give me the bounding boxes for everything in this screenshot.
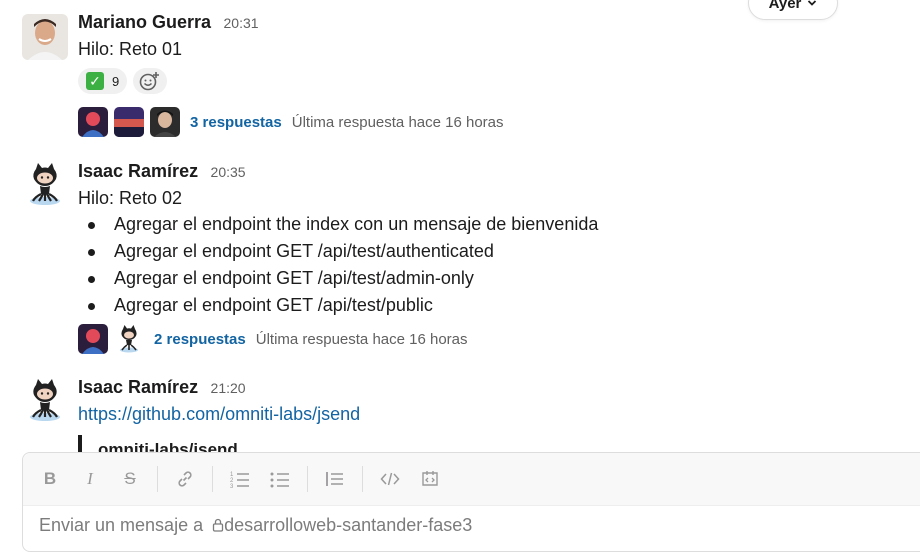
bullet-list: Agregar el endpoint the index con un men… (78, 211, 920, 319)
timestamp[interactable]: 20:35 (211, 164, 246, 180)
thread-summary[interactable]: 3 respuestas Última respuesta hace 16 ho… (78, 106, 920, 138)
italic-icon[interactable]: I (77, 466, 103, 492)
blockquote-icon[interactable] (322, 466, 348, 492)
author-name[interactable]: Mariano Guerra (78, 12, 211, 32)
bulleted-list-icon[interactable] (267, 466, 293, 492)
list-item: Agregar el endpoint GET /api/test/public (78, 292, 920, 319)
lock-icon (212, 518, 224, 532)
thread-replies-link[interactable]: 2 respuestas (154, 331, 246, 348)
avatar[interactable] (22, 377, 68, 423)
author-name[interactable]: Isaac Ramírez (78, 377, 198, 397)
add-emoji-icon (139, 72, 160, 91)
reply-avatar (114, 107, 144, 137)
message-composer[interactable]: B I S 123 Enviar un mensaje a desarrollo… (22, 452, 920, 552)
chevron-down-icon (808, 0, 817, 6)
thread-last-reply: Última respuesta hace 16 horas (291, 113, 504, 131)
reply-avatar (150, 107, 180, 137)
toolbar-divider (307, 466, 308, 492)
thread-summary[interactable]: 2 respuestas Última respuesta hace 16 ho… (78, 323, 920, 355)
day-label: Ayer (768, 0, 802, 12)
message-link[interactable]: https://github.com/omniti-labs/jsend (78, 404, 360, 424)
list-item: Agregar el endpoint GET /api/test/authen… (78, 238, 920, 265)
bold-icon[interactable]: B (37, 466, 63, 492)
reactions: ✓ 9 (78, 68, 920, 96)
timestamp[interactable]: 20:31 (224, 15, 259, 31)
code-icon[interactable] (377, 466, 403, 492)
day-divider-button[interactable]: Ayer (748, 0, 838, 20)
avatar[interactable] (22, 14, 68, 60)
ordered-list-icon[interactable]: 123 (227, 466, 253, 492)
message-header: Isaac Ramírez 21:20 (78, 377, 920, 397)
thread-last-reply: Última respuesta hace 16 horas (255, 330, 468, 348)
strikethrough-icon[interactable]: S (117, 466, 143, 492)
message-feed: Mariano Guerra 20:31 Hilo: Reto 01 ✓ 9 3… (0, 0, 920, 455)
toolbar-divider (362, 466, 363, 492)
reply-avatar (78, 107, 108, 137)
list-item: Agregar el endpoint GET /api/test/admin-… (78, 265, 920, 292)
timestamp[interactable]: 21:20 (211, 380, 246, 396)
message-text: Hilo: Reto 02 (78, 188, 183, 208)
message-text: Hilo: Reto 01 (78, 39, 183, 59)
reaction-count: 9 (112, 73, 120, 89)
check-mark-icon: ✓ (86, 72, 104, 90)
add-reaction-button[interactable] (133, 68, 168, 94)
reply-avatar (114, 324, 144, 354)
toolbar-divider (212, 466, 213, 492)
channel-name: desarrolloweb-santander-fase3 (224, 515, 473, 535)
message-header: Isaac Ramírez 20:35 (78, 161, 920, 181)
code-block-icon[interactable] (417, 466, 443, 492)
svg-text:3: 3 (230, 484, 234, 488)
formatting-toolbar: B I S 123 (23, 453, 920, 506)
placeholder-prefix: Enviar un mensaje a (39, 515, 204, 535)
author-name[interactable]: Isaac Ramírez (78, 161, 198, 181)
avatar[interactable] (22, 161, 68, 207)
reaction-pill[interactable]: ✓ 9 (78, 68, 128, 94)
thread-replies-link[interactable]: 3 respuestas (190, 114, 282, 131)
link-icon[interactable] (172, 466, 198, 492)
toolbar-divider (157, 466, 158, 492)
reply-avatar (78, 324, 108, 354)
list-item: Agregar el endpoint the index con un men… (78, 211, 920, 238)
